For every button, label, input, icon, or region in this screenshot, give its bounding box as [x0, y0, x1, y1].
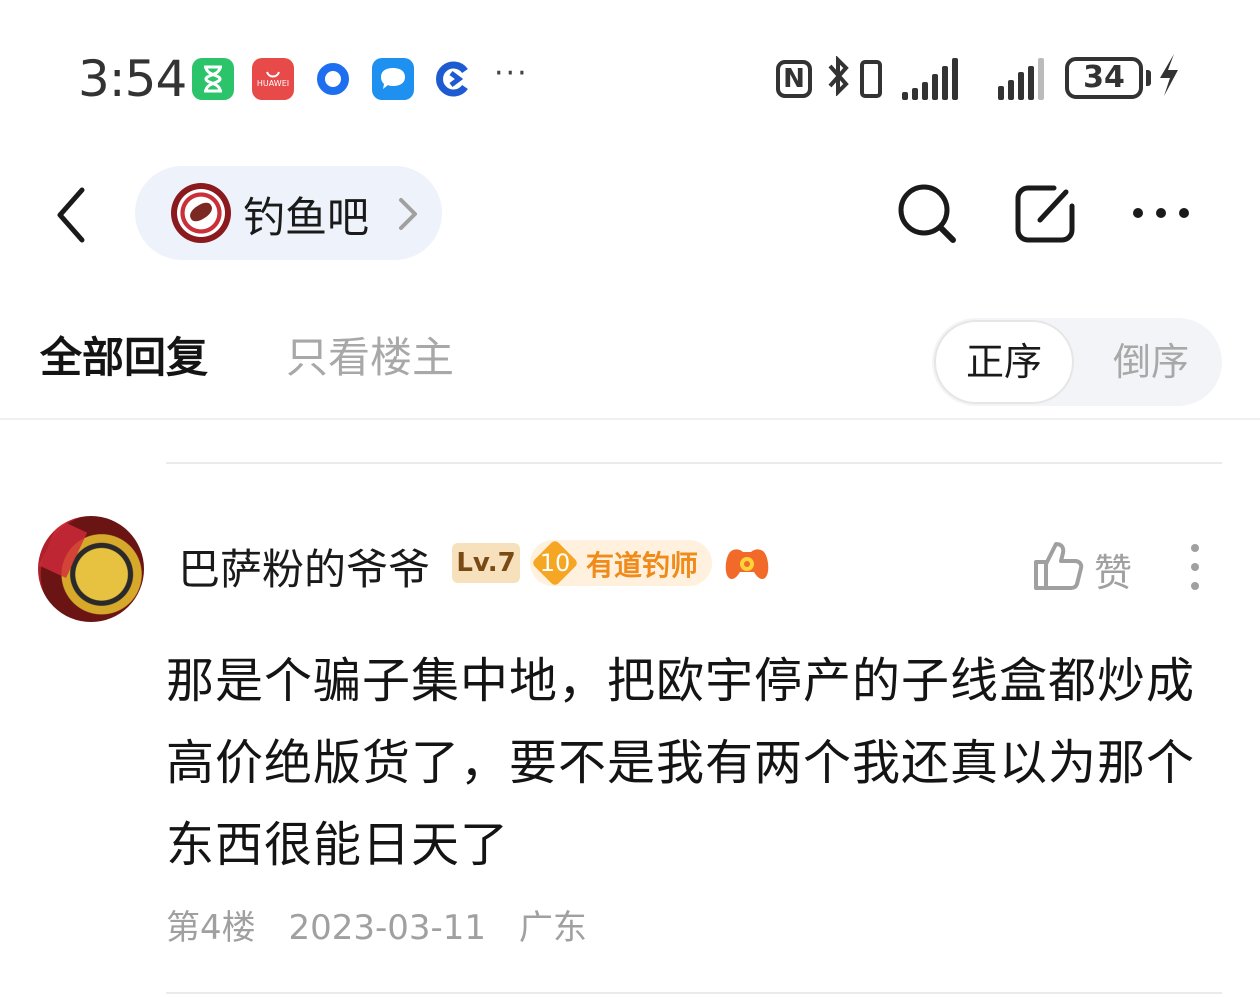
search-icon [898, 184, 956, 243]
message-app-icon [372, 58, 414, 100]
title-level: 10 [539, 549, 571, 577]
sort-ascending-button[interactable]: 正序 [934, 320, 1074, 404]
blue-ring-app-icon [312, 58, 354, 100]
more-vertical-icon [1191, 544, 1199, 590]
more-icon [1133, 208, 1189, 218]
username[interactable]: 巴萨粉的爷爷 [178, 536, 430, 597]
status-time: 3:54 [78, 50, 187, 108]
reply-meta: 第4楼 2023-03-11 广东 [166, 900, 609, 949]
like-button[interactable]: 赞 [1032, 538, 1136, 596]
back-icon [57, 187, 85, 243]
browser-app-icon [432, 58, 474, 100]
hourglass-app-icon [192, 58, 234, 100]
avatar[interactable] [38, 516, 144, 622]
edit-button[interactable] [1010, 178, 1080, 248]
back-button[interactable] [46, 180, 106, 250]
reply-divider-top [166, 462, 1222, 464]
chevron-right-icon [399, 198, 417, 230]
huawei-appgallery-icon: HUAWEI [252, 58, 294, 100]
huawei-label: HUAWEI [256, 78, 290, 88]
floor-number: 第4楼 [166, 908, 256, 948]
bluetooth-icon [824, 55, 854, 106]
like-label: 赞 [1094, 551, 1133, 595]
signal-strength-icon-1 [902, 58, 958, 100]
tab-only-op[interactable]: 只看楼主 [286, 324, 454, 385]
title-label: 有道钓师 [586, 549, 699, 582]
reply-more-button[interactable] [1184, 542, 1206, 592]
search-button[interactable] [892, 178, 962, 248]
sort-descending-button[interactable]: 倒序 [1082, 320, 1220, 404]
vibrate-icon [860, 60, 882, 98]
forum-entry-button[interactable]: 钓鱼吧 [135, 166, 442, 260]
tab-all-replies[interactable]: 全部回复 [40, 324, 208, 385]
tab-divider [0, 418, 1260, 420]
forum-name: 钓鱼吧 [243, 193, 370, 242]
title-badge: 10 有道钓师 [530, 539, 712, 587]
nfc-icon: N [776, 60, 812, 98]
more-button[interactable] [1126, 178, 1196, 248]
forum-logo [171, 183, 231, 243]
reply-location: 广东 [518, 908, 587, 948]
signal-strength-icon-2 [998, 58, 1044, 100]
edit-icon [1015, 185, 1075, 243]
status-more-icon: ··· [494, 56, 529, 91]
charging-icon [1156, 52, 1182, 108]
reply-date: 2023-03-11 [288, 908, 487, 948]
sort-order-toggle: 正序 倒序 [932, 318, 1222, 406]
level-badge: Lv.7 [452, 543, 520, 583]
gamepad-icon [725, 549, 769, 580]
battery-icon: 34 [1065, 57, 1143, 99]
battery-tip [1146, 70, 1151, 86]
thumbs-up-icon [1034, 542, 1084, 590]
reply-content: 那是个骗子集中地，把欧宇停产的子线盒都炒成高价绝版货了，要不是我有两个我还真以为… [166, 653, 1196, 873]
status-bar: 3:54 HUAWEI ··· N 34 [0, 0, 1260, 160]
reply-divider-bottom [166, 992, 1222, 994]
